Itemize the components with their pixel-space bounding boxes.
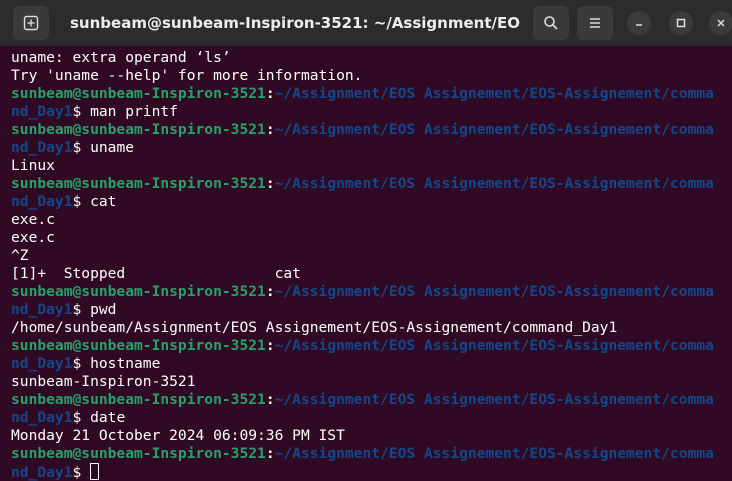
- output-line: exe.c: [11, 229, 55, 246]
- command-text: pwd: [90, 301, 117, 318]
- prompt-path-continued: nd_Day1: [11, 409, 73, 426]
- prompt-path-continued: nd_Day1: [11, 464, 73, 481]
- output-line: ^Z: [11, 247, 29, 264]
- prompt-user-host: sunbeam@sunbeam-Inspiron-3521: [11, 121, 266, 138]
- prompt-line-continued: nd_Day1$ cat: [11, 193, 732, 211]
- prompt-path: ~/Assignment/EOS Assignement/EOS-Assigne…: [274, 85, 714, 102]
- text-cursor: [90, 463, 100, 480]
- prompt-dollar: $: [72, 409, 91, 426]
- prompt-path: ~/Assignment/EOS Assignement/EOS-Assigne…: [274, 121, 714, 138]
- prompt-user-host: sunbeam@sunbeam-Inspiron-3521: [11, 283, 266, 300]
- prompt-path-continued: nd_Day1: [11, 103, 73, 120]
- maximize-button[interactable]: [669, 11, 693, 35]
- output-line: sunbeam-Inspiron-3521: [11, 373, 196, 390]
- maximize-icon: [676, 18, 686, 28]
- prompt-dollar: $: [72, 355, 91, 372]
- command-text: hostname: [90, 355, 161, 372]
- menu-button[interactable]: [577, 6, 613, 40]
- prompt-user-host: sunbeam@sunbeam-Inspiron-3521: [11, 391, 266, 408]
- prompt-line-continued: nd_Day1$ man printf: [11, 103, 732, 121]
- title-bar[interactable]: sunbeam@sunbeam-Inspiron-3521: ~/Assignm…: [0, 0, 732, 46]
- prompt-line-continued: nd_Day1$ pwd: [11, 301, 732, 319]
- command-text: uname: [90, 139, 135, 156]
- minimize-button[interactable]: [627, 11, 651, 35]
- prompt-colon: :: [265, 337, 275, 354]
- prompt-user-host: sunbeam@sunbeam-Inspiron-3521: [11, 85, 266, 102]
- prompt-path: ~/Assignment/EOS Assignement/EOS-Assigne…: [274, 445, 714, 462]
- prompt-path: ~/Assignment/EOS Assignement/EOS-Assigne…: [274, 391, 714, 408]
- command-text: cat: [90, 193, 117, 210]
- hamburger-menu-icon: [590, 18, 600, 28]
- prompt-path: ~/Assignment/EOS Assignement/EOS-Assigne…: [274, 283, 714, 300]
- prompt-colon: :: [265, 445, 275, 462]
- prompt-path-continued: nd_Day1: [11, 355, 73, 372]
- prompt-colon: :: [265, 121, 275, 138]
- output-line: uname: extra operand ‘ls’: [11, 49, 231, 66]
- prompt-line: sunbeam@sunbeam-Inspiron-3521:~/Assignme…: [11, 121, 732, 139]
- output-line: exe.c: [11, 211, 55, 228]
- prompt-line-continued: nd_Day1$: [11, 463, 732, 481]
- prompt-dollar: $: [72, 139, 91, 156]
- output-line: /home/sunbeam/Assignment/EOS Assignement…: [11, 319, 618, 336]
- prompt-path-continued: nd_Day1: [11, 193, 73, 210]
- prompt-user-host: sunbeam@sunbeam-Inspiron-3521: [11, 175, 266, 192]
- output-line: Monday 21 October 2024 06:09:36 PM IST: [11, 427, 345, 444]
- new-tab-icon: [23, 15, 39, 31]
- prompt-line: sunbeam@sunbeam-Inspiron-3521:~/Assignme…: [11, 85, 732, 103]
- prompt-dollar: $: [72, 464, 91, 481]
- command-text: man printf: [90, 103, 178, 120]
- prompt-user-host: sunbeam@sunbeam-Inspiron-3521: [11, 445, 266, 462]
- prompt-line: sunbeam@sunbeam-Inspiron-3521:~/Assignme…: [11, 391, 732, 409]
- output-line: Try 'uname --help' for more information.: [11, 67, 363, 84]
- minimize-icon: [636, 24, 642, 26]
- prompt-colon: :: [265, 175, 275, 192]
- prompt-dollar: $: [72, 193, 91, 210]
- close-icon: [717, 19, 725, 27]
- prompt-line-continued: nd_Day1$ date: [11, 409, 732, 427]
- prompt-dollar: $: [72, 301, 91, 318]
- search-button[interactable]: [533, 6, 569, 40]
- prompt-path-continued: nd_Day1: [11, 139, 73, 156]
- prompt-dollar: $: [72, 103, 91, 120]
- prompt-colon: :: [265, 85, 275, 102]
- search-icon: [544, 16, 558, 30]
- prompt-path-continued: nd_Day1: [11, 301, 73, 318]
- prompt-path: ~/Assignment/EOS Assignement/EOS-Assigne…: [274, 337, 714, 354]
- prompt-line: sunbeam@sunbeam-Inspiron-3521:~/Assignme…: [11, 337, 732, 355]
- window-title: sunbeam@sunbeam-Inspiron-3521: ~/Assignm…: [70, 14, 520, 32]
- prompt-colon: :: [265, 391, 275, 408]
- terminal-output[interactable]: uname: extra operand ‘ls’ Try 'uname --he…: [11, 49, 732, 481]
- prompt-colon: :: [265, 283, 275, 300]
- prompt-line: sunbeam@sunbeam-Inspiron-3521:~/Assignme…: [11, 283, 732, 301]
- close-button[interactable]: [709, 11, 732, 35]
- prompt-line-continued: nd_Day1$ hostname: [11, 355, 732, 373]
- output-line: Linux: [11, 157, 55, 174]
- output-line: [1]+ Stopped cat: [11, 265, 301, 282]
- prompt-user-host: sunbeam@sunbeam-Inspiron-3521: [11, 337, 266, 354]
- new-tab-button[interactable]: [13, 6, 49, 40]
- prompt-line: sunbeam@sunbeam-Inspiron-3521:~/Assignme…: [11, 175, 732, 193]
- command-text: date: [90, 409, 126, 426]
- prompt-line-continued: nd_Day1$ uname: [11, 139, 732, 157]
- prompt-path: ~/Assignment/EOS Assignement/EOS-Assigne…: [274, 175, 714, 192]
- prompt-line: sunbeam@sunbeam-Inspiron-3521:~/Assignme…: [11, 445, 732, 463]
- terminal-window: sunbeam@sunbeam-Inspiron-3521: ~/Assignm…: [0, 0, 732, 481]
